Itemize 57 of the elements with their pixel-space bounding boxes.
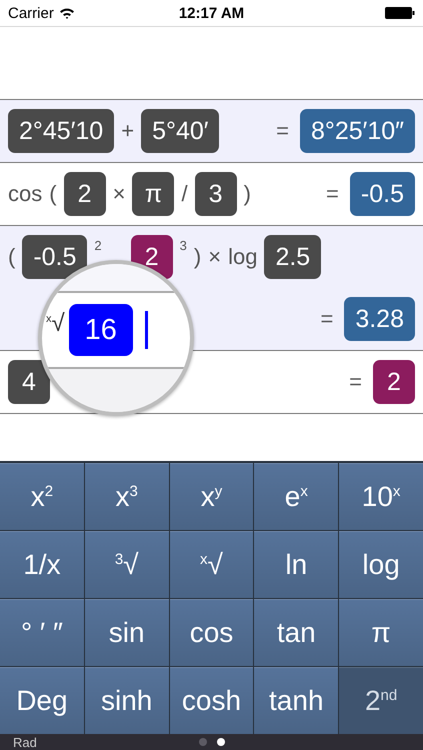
clock-time: 12:17 AM [178,4,244,22]
equals-sign: = [349,369,363,395]
number-chip[interactable]: 2.5 [264,235,322,279]
operator-text: ) [244,181,251,207]
operator-text: ) [194,244,202,270]
operator-text: ( [8,244,16,270]
page-dot[interactable] [216,738,224,746]
result-chip[interactable]: 8°25′10″ [300,109,415,153]
page-dot[interactable] [198,738,206,746]
result-chip[interactable]: 2 [373,360,415,404]
wifi-icon [58,7,75,19]
operator-text: cos [8,181,42,207]
keypad-key[interactable]: log [339,531,423,598]
keypad-key[interactable]: tan [254,599,338,666]
number-chip[interactable]: 3 [194,172,237,216]
number-chip[interactable]: 5°40′ [141,109,220,153]
keypad-key[interactable]: 1/x [0,531,84,598]
number-chip[interactable]: 4 [8,360,50,404]
exponent-text: 3 [180,238,187,253]
keypad-key[interactable]: sin [84,599,169,666]
keypad-key[interactable]: ln [254,531,338,598]
result-chip[interactable]: 3.28 [344,297,415,341]
number-chip[interactable]: 16 [68,304,133,356]
result-chip[interactable]: -0.5 [350,172,415,216]
keypad-key[interactable]: 2$^{nd}$ [339,667,423,734]
equals-sign: = [326,181,340,207]
keypad-key[interactable]: Deg [0,667,84,734]
operator-text: × [208,244,222,270]
operator-text: × [112,181,126,207]
keypad-key[interactable]: $^{x}$√ [170,531,254,598]
angle-mode-label: Rad [13,734,37,750]
keypad-key[interactable]: x$^{y}$ [170,463,254,530]
keypad-key[interactable]: $^{3}$√ [84,531,169,598]
number-chip[interactable]: -0.5 [22,235,88,279]
operator-text: ( [49,181,57,207]
keypad-key[interactable]: 10$^{x}$ [339,463,423,530]
battery-icon [385,7,415,19]
number-chip[interactable]: π [132,172,174,216]
keypad-key[interactable]: e$^{x}$ [254,463,338,530]
keypad-key[interactable]: x$^{2}$ [0,463,84,530]
equals-sign: = [320,306,334,332]
keypad-key[interactable]: cosh [170,667,254,734]
operator-text: / [181,181,188,207]
keypad-key[interactable]: π [339,599,423,666]
keypad-key[interactable]: tanh [254,667,338,734]
number-chip[interactable]: 2°45′10 [8,109,114,153]
exponent-text: 2 [94,238,102,253]
operator-text: log [228,244,258,270]
keypad-key[interactable]: x$^{3}$ [84,463,169,530]
operator-text: + [121,118,134,144]
keypad-key[interactable]: sinh [84,667,169,734]
number-chip[interactable]: 2 [64,172,106,216]
root-symbol: $^{x}$√ [46,310,65,338]
equals-sign: = [276,118,290,144]
carrier-label: Carrier [8,4,54,22]
keypad-key[interactable]: ° ′ ″ [0,599,84,666]
keypad-key[interactable]: cos [170,599,254,666]
